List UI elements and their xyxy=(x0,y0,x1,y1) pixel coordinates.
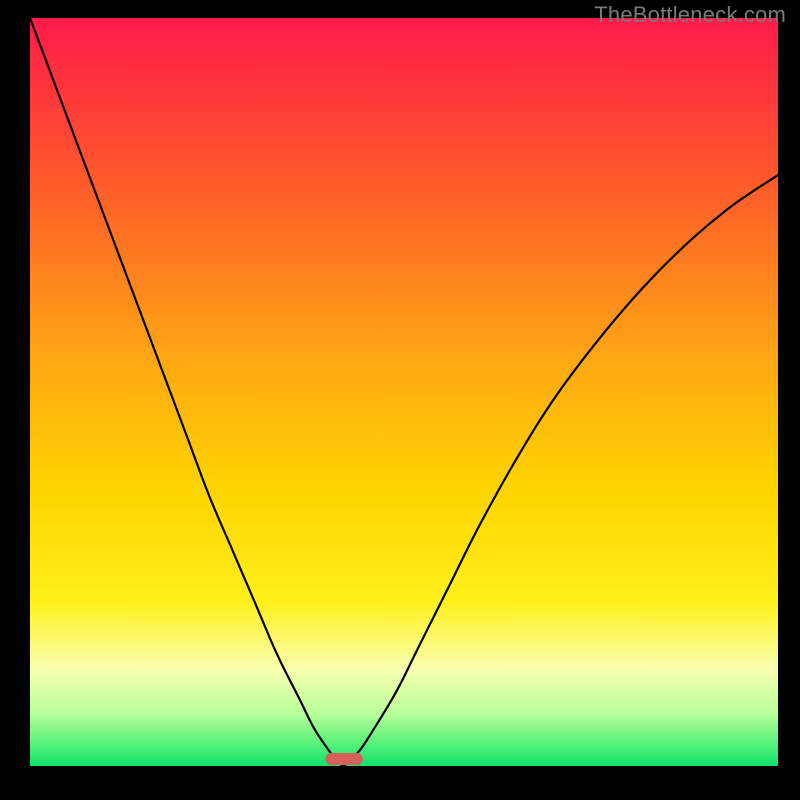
chart-svg xyxy=(30,18,778,766)
gradient-background xyxy=(30,18,778,766)
chart-frame: TheBottleneck.com xyxy=(0,0,800,800)
watermark-text: TheBottleneck.com xyxy=(594,2,786,28)
plot-area xyxy=(30,18,778,766)
minimum-marker xyxy=(325,753,362,765)
